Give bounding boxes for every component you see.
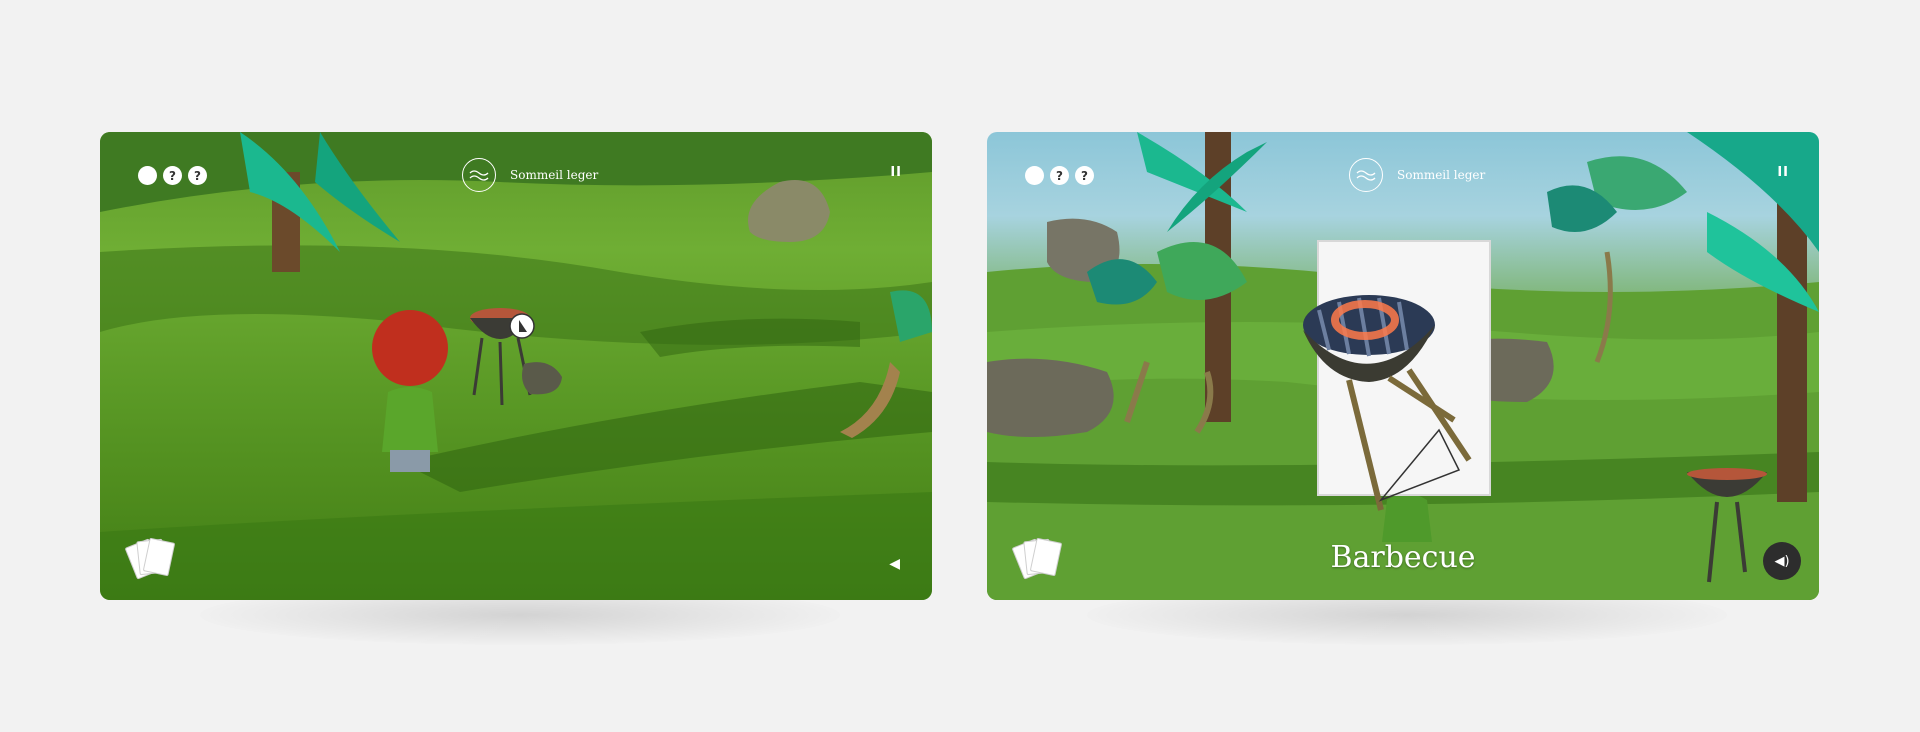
indicator-unknown: ?: [188, 166, 207, 185]
sleep-stage-label: Sommeil leger: [1397, 168, 1486, 182]
cards-icon[interactable]: [124, 536, 176, 580]
wave-icon: [462, 158, 496, 192]
indicator-filled: [1025, 166, 1044, 185]
cards-icon[interactable]: [1011, 536, 1063, 580]
game-screen-right[interactable]: ? ? Sommeil leger II Barbecue ◀): [987, 132, 1819, 600]
indicator-unknown: ?: [1050, 166, 1069, 185]
character: [372, 310, 448, 472]
sleep-stage-label: Sommeil leger: [510, 168, 599, 182]
hud-title: Sommeil leger: [462, 158, 598, 192]
barbecue-illustration: [1303, 295, 1472, 511]
forest-scene: [100, 132, 932, 600]
barbecue-grill: [470, 308, 535, 406]
indicator-filled: [138, 166, 157, 185]
item-card: [1303, 240, 1491, 511]
pause-button[interactable]: II: [1777, 165, 1789, 180]
speaker-icon[interactable]: ◀: [889, 556, 900, 572]
progress-indicators: ? ?: [1025, 166, 1094, 185]
hud-title: Sommeil leger: [1349, 158, 1485, 192]
item-name: Barbecue: [1330, 540, 1476, 575]
game-screen-left[interactable]: ? ? Sommeil leger II ◀: [100, 132, 932, 600]
pause-button[interactable]: II: [890, 165, 902, 180]
indicator-unknown: ?: [1075, 166, 1094, 185]
speaker-icon[interactable]: ◀): [1763, 542, 1801, 580]
indicator-unknown: ?: [163, 166, 182, 185]
wave-icon: [1349, 158, 1383, 192]
progress-indicators: ? ?: [138, 166, 207, 185]
